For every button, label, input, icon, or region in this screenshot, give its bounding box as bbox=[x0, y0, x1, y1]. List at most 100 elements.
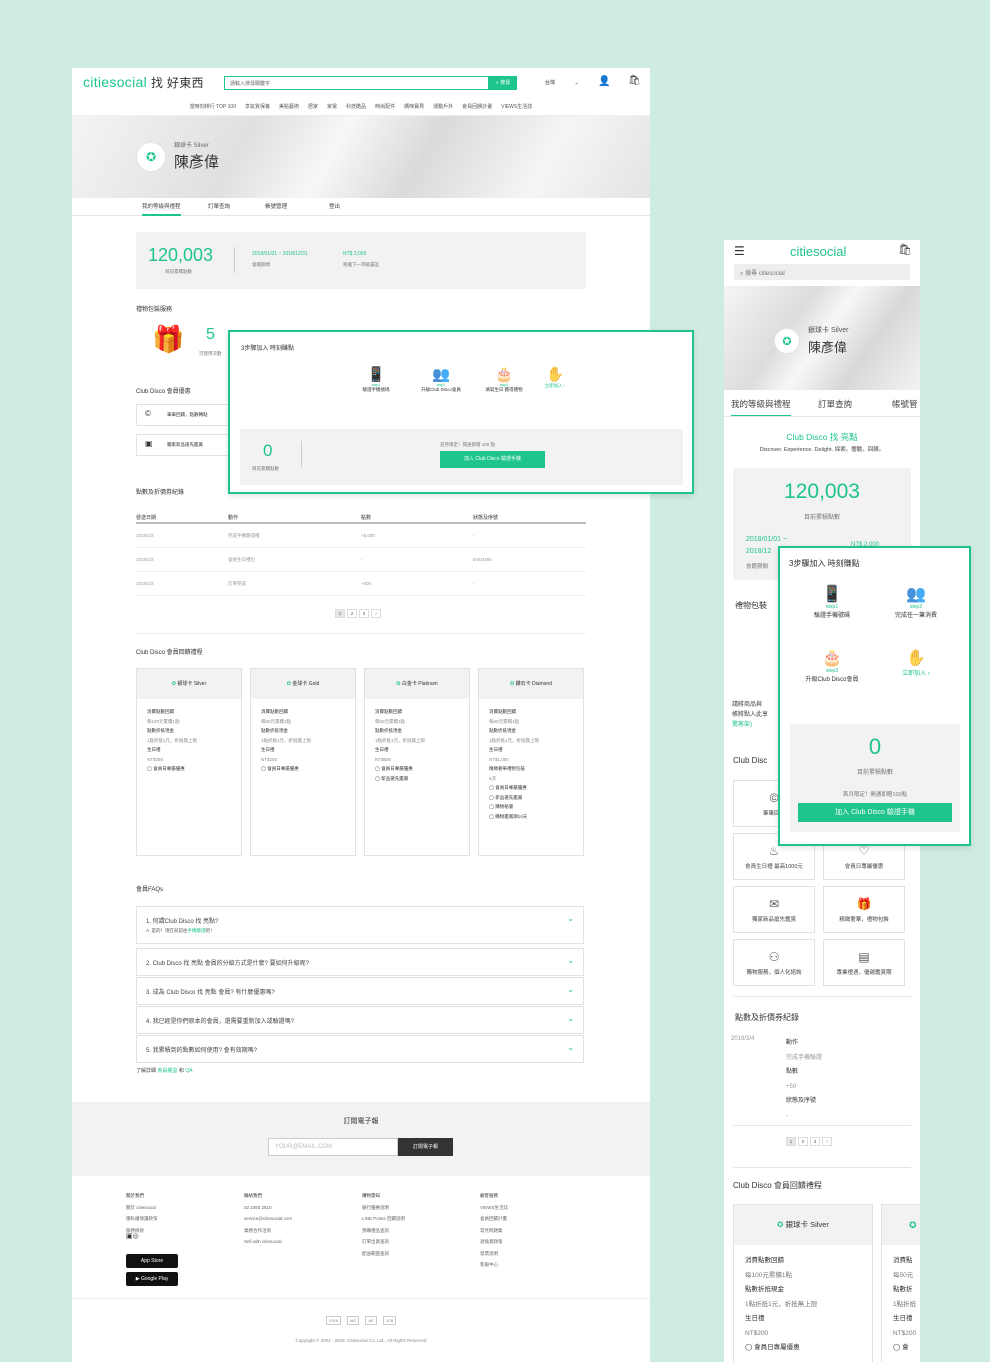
tab-orders[interactable]: 訂單查詢 bbox=[208, 202, 230, 210]
popup-step[interactable]: ✋ 立即加入 › bbox=[535, 366, 575, 389]
google-play-button[interactable]: ▶ Google Play bbox=[126, 1272, 178, 1286]
footer-link[interactable]: 銀行優惠說明 bbox=[362, 1202, 405, 1214]
nav-item[interactable]: 會員回饋計畫 bbox=[462, 103, 492, 110]
nav-item[interactable]: 美點藝術 bbox=[279, 103, 299, 110]
tier-benefit: NT$200 bbox=[745, 1329, 769, 1337]
facebook-icon[interactable]: ▣ bbox=[126, 1233, 133, 1240]
tab-orders[interactable]: 訂單查詢 bbox=[818, 398, 852, 410]
qa-link[interactable]: QA bbox=[185, 1068, 192, 1074]
benefit-card: ▤ 專業禮遇，優越鑑賞期 bbox=[823, 939, 905, 986]
cart-icon[interactable]: 🛍 bbox=[898, 243, 912, 256]
footer-link[interactable]: 常見問題集 bbox=[480, 1225, 508, 1237]
footer-link[interactable]: 02 2393 2810 bbox=[244, 1202, 292, 1214]
footer-link[interactable]: 訂單出貨查詢 bbox=[362, 1236, 405, 1248]
tier-benefit: 每100元累積1點 bbox=[745, 1271, 792, 1279]
popup-step: 📱 step1 驗證手機號碼 bbox=[788, 584, 876, 619]
page-button[interactable]: 2 bbox=[798, 1137, 808, 1146]
page-button[interactable]: 2 bbox=[347, 609, 357, 618]
menu-icon[interactable]: ☰ bbox=[734, 244, 745, 258]
tier-benefit: NT$500 bbox=[375, 756, 392, 762]
search-input[interactable]: 請輸入搜尋關鍵字 bbox=[224, 76, 489, 90]
member-tier: 銀球卡 Silver bbox=[808, 327, 849, 334]
step-label: 完成任一筆消費 bbox=[894, 613, 937, 619]
join-club-button[interactable]: 加入 Club Disco 驗證手機 bbox=[798, 803, 952, 822]
nav-item[interactable]: 媽咪寶貝 bbox=[404, 103, 424, 110]
mobile-logo[interactable]: citiesocial bbox=[790, 244, 846, 259]
page-button[interactable]: 1 bbox=[335, 609, 345, 618]
record-points: +50 bbox=[786, 1083, 797, 1090]
email-field[interactable]: YOUR@EMAIL.COM bbox=[268, 1138, 398, 1156]
popup-step[interactable]: ✋ 立即加入 › bbox=[872, 648, 960, 677]
instagram-icon[interactable]: ◎ bbox=[133, 1233, 139, 1240]
nav-item[interactable]: 時尚配件 bbox=[375, 103, 395, 110]
footer-link[interactable]: service@citiesocial.com bbox=[244, 1213, 292, 1225]
nav-item[interactable]: 運動戶外 bbox=[433, 103, 453, 110]
pagination: 1 2 3 › bbox=[335, 609, 381, 618]
search-button[interactable]: ⌕ 搜尋 bbox=[489, 76, 517, 90]
nav-item[interactable]: 科技酷品 bbox=[346, 103, 366, 110]
nav-item[interactable]: 居家 bbox=[308, 103, 318, 110]
chevron-down-icon: ⌄ bbox=[567, 914, 574, 923]
footer-link[interactable]: 客服中心 bbox=[480, 1259, 508, 1271]
tab-membership[interactable]: 我的等級與禮程 bbox=[142, 202, 181, 216]
nav-item[interactable]: 當時刻排行 TOP 100 bbox=[190, 103, 236, 110]
join-club-button[interactable]: 加入 Club Disco 驗證手機 bbox=[440, 451, 545, 468]
desktop-page: citiesocial 找 好東西 請輸入搜尋關鍵字 ⌕ 搜尋 台灣 ⌄ 👤 🛍 … bbox=[72, 68, 650, 1362]
club-item: © 筆筆回饋，點數轉點 bbox=[136, 404, 236, 426]
club-title: Club Disco 會員優惠 bbox=[136, 389, 191, 395]
tab-logout[interactable]: 登出 bbox=[329, 202, 340, 210]
footer-link[interactable]: LINE Points 回饋說明 bbox=[362, 1213, 405, 1225]
profile-banner: ✪ 銀球卡 Silver 陳彥偉 bbox=[72, 116, 650, 198]
footer-link[interactable]: 會員回饋計畫 bbox=[480, 1213, 508, 1225]
faq-item[interactable]: 1. 何謂Club Disco 找 亮點? ⌄ A. 是的！現在就前往手機驗證吧！ bbox=[136, 906, 584, 944]
page-button[interactable]: 1 bbox=[786, 1137, 796, 1146]
club-item-label: 筆筆回饋，點數轉點 bbox=[167, 412, 208, 417]
user-icon[interactable]: 👤 bbox=[598, 76, 610, 87]
tier-benefit: 1點折抵 bbox=[893, 1300, 917, 1308]
nav-item[interactable]: VIEWS生活誌 bbox=[501, 103, 532, 110]
mobile-search-input[interactable]: ⌕ 搜尋 citiesocial bbox=[734, 264, 910, 280]
tab-account[interactable]: 帳號管 bbox=[892, 398, 918, 410]
page-button[interactable]: › bbox=[822, 1137, 832, 1146]
page-button[interactable]: 3 bbox=[359, 609, 369, 618]
popup-points: 0 bbox=[868, 734, 882, 759]
site-logo[interactable]: citiesocial 找 好東西 bbox=[83, 74, 204, 91]
step-label: 立即加入 › bbox=[544, 383, 566, 388]
page-button[interactable]: 3 bbox=[810, 1137, 820, 1146]
verify-link[interactable]: 手機驗證 bbox=[188, 928, 206, 933]
popup-promo: 首月限定！開通即贈100點 bbox=[842, 792, 908, 798]
footer-link[interactable]: 業務合作洽詢 bbox=[244, 1225, 292, 1237]
faq-item[interactable]: 3. 成為 Club Disco 找 亮點 會員? 有什麼優惠嗎? ⌄ bbox=[136, 977, 584, 1005]
page-button[interactable]: › bbox=[371, 609, 381, 618]
footer-link[interactable]: 退換貨政策 bbox=[480, 1236, 508, 1248]
table-cell: +500 bbox=[361, 581, 372, 586]
tier-benefit: 1點折抵1元，折抵無上限 bbox=[261, 737, 312, 743]
subscribe-button[interactable]: 訂閱電子報 bbox=[398, 1138, 453, 1156]
faq-item[interactable]: 4. 我已經是你們原本的會員，還需要重新加入或驗證嗎? ⌄ bbox=[136, 1006, 584, 1034]
cart-icon[interactable]: 🛍 bbox=[628, 75, 641, 86]
nav-item[interactable]: 享氣質保養 bbox=[245, 103, 270, 110]
site-footer: 關於我們 關於 citiesocial 隱私權保護政策 服務條款 聯絡我們 02 2393… bbox=[72, 1176, 650, 1362]
footer-link[interactable]: 發票說明 bbox=[480, 1248, 508, 1260]
tier-benefit: 每50元累積1點 bbox=[489, 718, 520, 724]
faq-question: 1. 何謂Club Disco 找 亮點? bbox=[146, 919, 219, 925]
popup-step: 👥 step2 升級Club Disco會員 bbox=[406, 366, 476, 393]
footer-link[interactable]: Sell with citiesocial bbox=[244, 1236, 292, 1248]
step-icon: ✋ bbox=[545, 367, 565, 383]
benefits-link[interactable]: 會員權益 bbox=[157, 1068, 177, 1074]
footer-link[interactable]: 關於 citiesocial bbox=[126, 1202, 158, 1214]
faq-item[interactable]: 2. Club Disco 找 亮點 會員的分級方式是什麼? 要如何升級呢? ⌄ bbox=[136, 948, 584, 976]
gold-badge-icon: ✪ bbox=[882, 1205, 920, 1245]
divider bbox=[234, 247, 235, 273]
faq-item[interactable]: 5. 我累積到的點數如何使用? 會有效期嗎? ⌄ bbox=[136, 1035, 584, 1063]
tab-membership[interactable]: 我的等級與禮程 bbox=[731, 398, 791, 417]
app-store-button[interactable]: App Store bbox=[126, 1254, 178, 1268]
footer-link[interactable]: 配送範圍查詢 bbox=[362, 1248, 405, 1260]
popup-title: 3步驟加入 時刻賺點 bbox=[241, 346, 295, 352]
footer-link[interactable]: 隱私權保護政策 bbox=[126, 1213, 158, 1225]
nav-item[interactable]: 家電 bbox=[327, 103, 337, 110]
footer-link[interactable]: VIEWS生活誌 bbox=[480, 1202, 508, 1214]
footer-link[interactable]: 預購禮品查詢 bbox=[362, 1225, 405, 1237]
tab-account[interactable]: 帳號管理 bbox=[265, 202, 287, 210]
region-select[interactable]: 台灣 ⌄ bbox=[545, 79, 579, 86]
